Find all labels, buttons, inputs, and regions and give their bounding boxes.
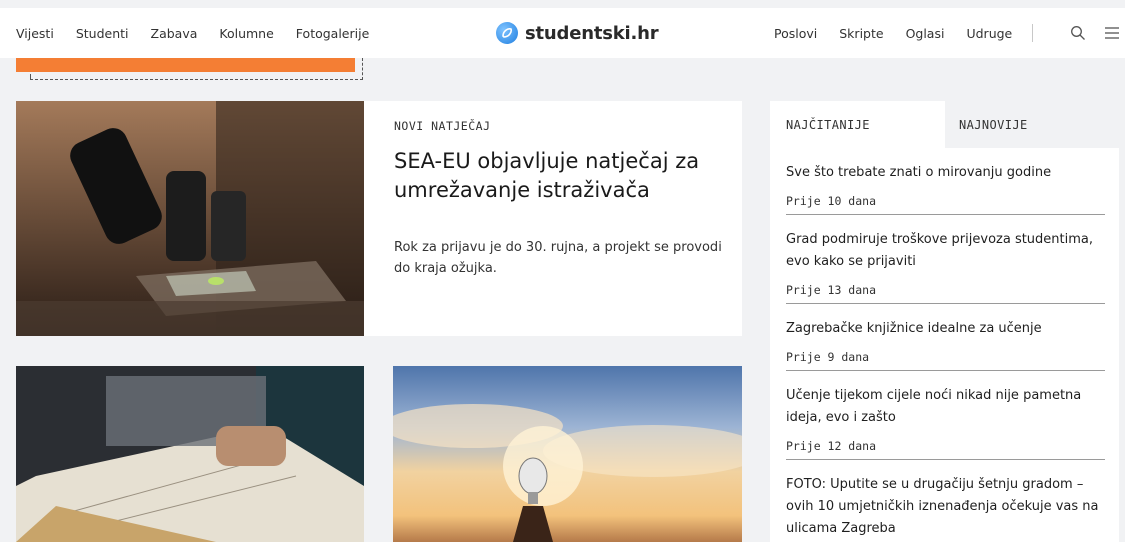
list-item-title[interactable]: Sve što trebate znati o mirovanju godine	[786, 162, 1105, 184]
list-item[interactable]: Grad podmiruje troškove prijevoza studen…	[786, 215, 1105, 304]
promo-banner-frame	[30, 58, 363, 80]
logo-icon	[496, 22, 518, 44]
list-item-date: Prije 10 dana	[786, 194, 877, 208]
nav-link-udruge[interactable]: Udruge	[966, 26, 1012, 41]
featured-article-image[interactable]	[16, 101, 364, 336]
tab-najnovije[interactable]: NAJNOVIJE	[945, 101, 1119, 148]
nav-link-kolumne[interactable]: Kolumne	[219, 26, 273, 41]
nav-link-studenti[interactable]: Studenti	[76, 26, 129, 41]
hamburger-menu-icon[interactable]	[1101, 22, 1123, 44]
list-item-date: Prije 13 dana	[786, 283, 877, 297]
article-title[interactable]: SEA-EU objavljuje natječaj za umrežavanj…	[394, 147, 724, 205]
nav-link-oglasi[interactable]: Oglasi	[906, 26, 945, 41]
list-item-title[interactable]: Grad podmiruje troškove prijevoza studen…	[786, 229, 1105, 273]
nav-link-poslovi[interactable]: Poslovi	[774, 26, 817, 41]
list-item[interactable]: Zagrebačke knjižnice idealne za učenje P…	[786, 304, 1105, 371]
sidebar-article-list: Sve što trebate znati o mirovanju godine…	[770, 148, 1119, 542]
list-item-title[interactable]: Zagrebačke knjižnice idealne za učenje	[786, 318, 1105, 340]
article-image-architect[interactable]	[16, 366, 364, 542]
list-item-title[interactable]: FOTO: Uputite se u drugačiju šetnju grad…	[786, 474, 1105, 540]
nav-divider	[1032, 24, 1034, 42]
list-item-date: Prije 9 dana	[786, 350, 870, 364]
secondary-nav: Poslovi Skripte Oglasi Udruge	[774, 8, 1125, 58]
article-category[interactable]: NOVI NATJEČAJ	[394, 119, 491, 133]
sidebar-tabs: NAJČITANIJE NAJNOVIJE	[770, 101, 1119, 148]
site-logo[interactable]: studentski.hr	[496, 8, 659, 58]
promo-banner-tick	[30, 74, 31, 80]
nav-link-zabava[interactable]: Zabava	[151, 26, 198, 41]
primary-nav: Vijesti Studenti Zabava Kolumne Fotogale…	[16, 8, 391, 58]
tab-najcitanije[interactable]: NAJČITANIJE	[770, 101, 945, 148]
article-image-lightbulb[interactable]	[393, 366, 742, 542]
list-item-title[interactable]: Učenje tijekom cijele noći nikad nije pa…	[786, 385, 1105, 429]
article-description: Rok za prijavu je do 30. rujna, a projek…	[394, 240, 722, 276]
search-icon[interactable]	[1067, 22, 1089, 44]
list-item[interactable]: FOTO: Uputite se u drugačiju šetnju grad…	[786, 460, 1105, 542]
list-item[interactable]: Učenje tijekom cijele noći nikad nije pa…	[786, 371, 1105, 460]
logo-text: studentski.hr	[525, 22, 659, 44]
nav-link-vijesti[interactable]: Vijesti	[16, 26, 54, 41]
list-item-date: Prije 12 dana	[786, 439, 877, 453]
featured-article-card[interactable]: NOVI NATJEČAJ SEA-EU objavljuje natječaj…	[364, 101, 742, 336]
site-header: Vijesti Studenti Zabava Kolumne Fotogale…	[0, 8, 1125, 58]
list-item[interactable]: Sve što trebate znati o mirovanju godine…	[786, 148, 1105, 215]
nav-link-fotogalerije[interactable]: Fotogalerije	[296, 26, 369, 41]
nav-link-skripte[interactable]: Skripte	[839, 26, 883, 41]
